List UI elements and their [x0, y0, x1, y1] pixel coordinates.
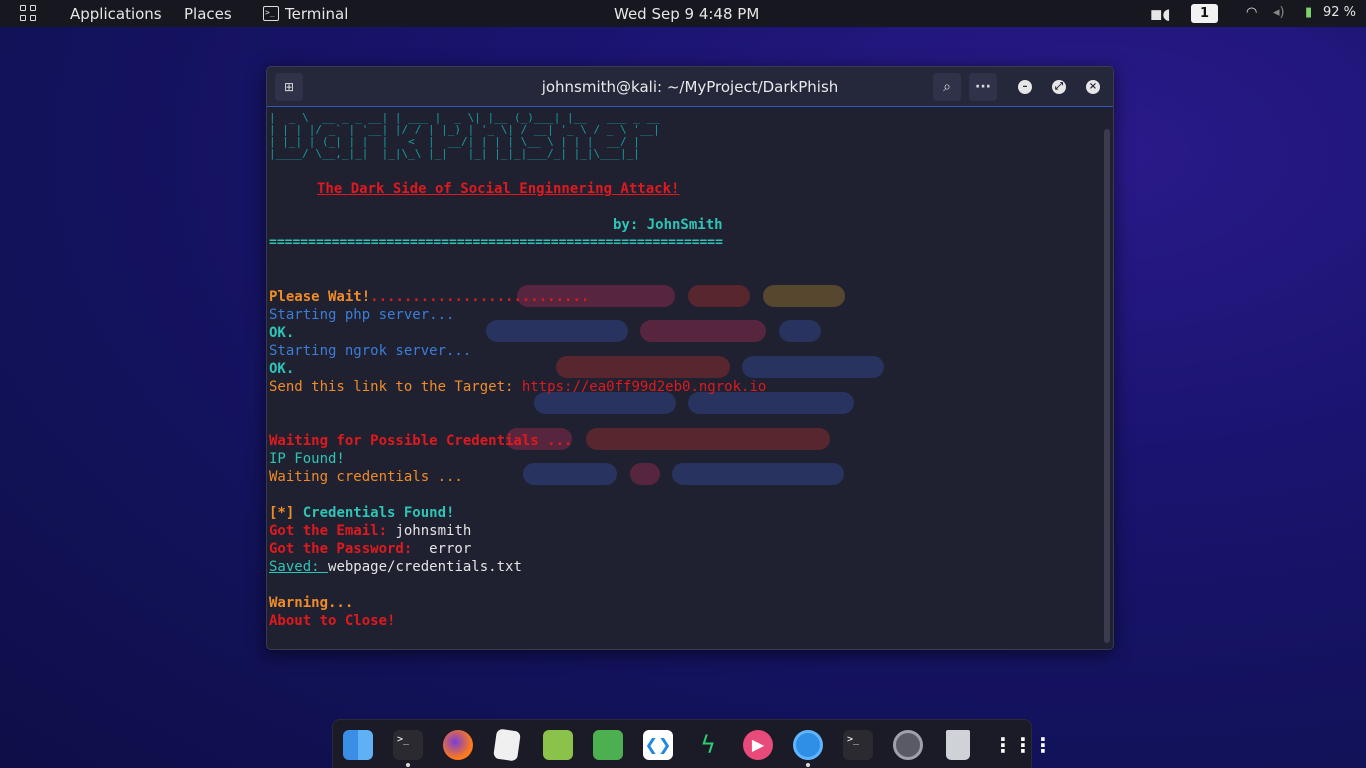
battery-icon[interactable]: ▮ [1305, 5, 1312, 20]
send-link-line: Send this link to the Target: https://ea… [269, 379, 767, 395]
terminal-2-icon[interactable]: >_ [843, 730, 873, 760]
bg-blob [763, 285, 845, 307]
banner-ascii-line: | | | |/ _` | '__| |/ / | |_) | '_ \| / … [269, 123, 660, 136]
saved-line: Saved: webpage/credentials.txt [269, 559, 522, 575]
activities-grid-icon[interactable] [20, 5, 38, 23]
banner-ascii-line: | _ \ __ _ _ __| | ___ | _ \| |__ (_)___… [269, 111, 660, 124]
bg-blob [630, 463, 660, 485]
window-titlebar[interactable]: ⊞ johnsmith@kali: ~/MyProject/DarkPhish … [267, 67, 1113, 107]
email-line: Got the Email: johnsmith [269, 523, 472, 539]
bg-blob [688, 285, 750, 307]
trash-icon[interactable] [946, 730, 970, 760]
ngrok-url[interactable]: https://ea0ff99d2eb0.ngrok.io [522, 379, 766, 395]
banner-author: by: JohnSmith [613, 217, 723, 233]
menu-icon[interactable]: ··· [969, 73, 997, 101]
bg-blob [640, 320, 766, 342]
password-line: Got the Password: error [269, 541, 472, 557]
about-close-line: About to Close! [269, 613, 396, 629]
text-editor-icon[interactable] [493, 728, 521, 762]
vscode-icon[interactable]: ❮❯ [643, 730, 673, 760]
warning-line: Warning... [269, 595, 354, 611]
media-player-icon[interactable]: ▶ [743, 730, 773, 760]
places-menu[interactable]: Places [184, 5, 232, 23]
ok-line: OK. [269, 325, 295, 341]
banner-subtitle: The Dark Side of Social Enginnering Atta… [317, 181, 680, 197]
calc-icon[interactable] [593, 730, 623, 760]
wifi-icon[interactable]: ◠ [1246, 5, 1257, 20]
video-icon[interactable]: ◼◖ [1150, 5, 1170, 23]
finder-icon[interactable] [343, 730, 373, 760]
php-line: Starting php server... [269, 307, 455, 323]
minimize-button[interactable]: – [1018, 80, 1032, 94]
maximize-button[interactable]: ⤢ [1052, 80, 1066, 94]
bg-blob [586, 428, 830, 450]
waiting-line: Waiting credentials ... [269, 469, 463, 485]
app-grid-icon[interactable]: ⋮⋮⋮ [993, 730, 1053, 760]
running-indicator [806, 763, 810, 767]
running-indicator [406, 763, 410, 767]
terminal-icon[interactable]: >_ [393, 730, 423, 760]
clock[interactable]: Wed Sep 9 4:48 PM [614, 5, 759, 23]
bg-blob [556, 356, 730, 378]
terminal-app-icon: >_ [263, 6, 279, 21]
ip-found-line: IP Found! [269, 451, 345, 467]
volume-icon[interactable]: ◂) [1273, 5, 1285, 20]
search-icon[interactable]: ⌕ [933, 73, 961, 101]
speed-icon[interactable]: ϟ [693, 730, 723, 760]
creds-found-line: [*] Credentials Found! [269, 505, 455, 521]
separator-line: ========================================… [269, 235, 723, 250]
terminal-output[interactable]: | _ \ __ _ _ __| | ___ | _ \| |__ (_)___… [269, 108, 1101, 649]
dock: >_ ❮❯ ϟ ▶ >_ ⋮⋮⋮ [332, 719, 1053, 768]
bg-blob [742, 356, 884, 378]
top-panel: Applications Places >_ Terminal Wed Sep … [0, 0, 1366, 27]
ok-line: OK. [269, 361, 295, 377]
applications-menu[interactable]: Applications [70, 5, 162, 23]
battery-percent: 92 % [1323, 5, 1357, 20]
terminal-app-menu[interactable]: Terminal [285, 5, 348, 23]
please-wait-line: Please Wait!.......................... [269, 289, 590, 305]
bg-blob [672, 463, 844, 485]
spreadsheet-icon[interactable] [543, 730, 573, 760]
chromium-icon[interactable] [793, 730, 823, 760]
settings-icon[interactable] [893, 730, 923, 760]
bg-blob [523, 463, 617, 485]
bg-blob [486, 320, 628, 342]
ngrok-line: Starting ngrok server... [269, 343, 472, 359]
bg-blob [779, 320, 821, 342]
close-button[interactable]: × [1086, 80, 1100, 94]
banner-ascii-line: |____/ \__,_|_| |_|\_\ |_| |_| |_|_|___/… [269, 147, 640, 160]
workspace-indicator[interactable]: 1 [1191, 4, 1218, 23]
scrollbar[interactable] [1104, 129, 1110, 643]
firefox-icon[interactable] [443, 730, 473, 760]
banner-ascii-line: | |_| | (_| | | | < | __/| | | | \__ \ |… [269, 135, 640, 148]
waiting-creds-line: Waiting for Possible Credentials ... [269, 433, 573, 449]
terminal-window: ⊞ johnsmith@kali: ~/MyProject/DarkPhish … [266, 66, 1114, 650]
